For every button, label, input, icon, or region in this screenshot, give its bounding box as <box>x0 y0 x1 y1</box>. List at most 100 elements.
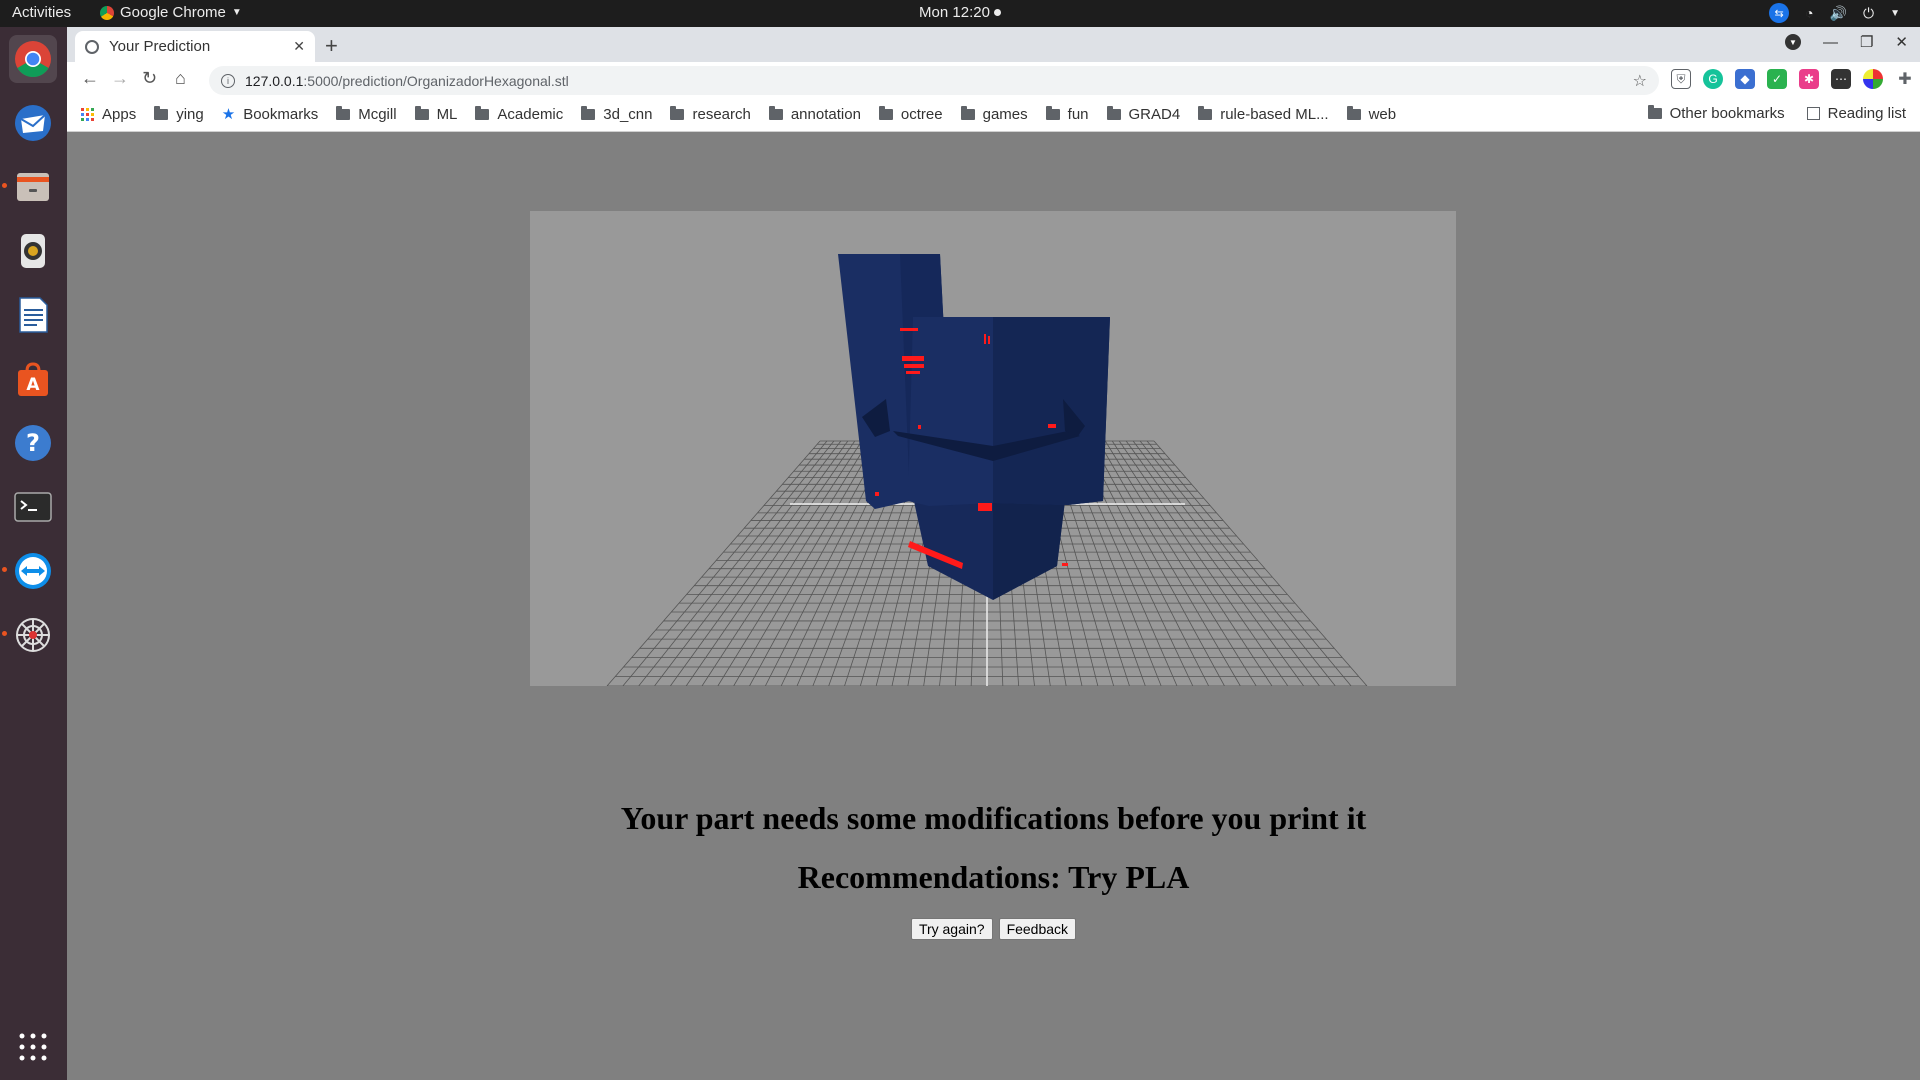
dock-mail[interactable] <box>9 99 57 147</box>
bookmark-label: Academic <box>497 105 564 123</box>
dots-ext-icon[interactable]: ⋯ <box>1831 69 1851 89</box>
bookmark-academic[interactable]: Academic <box>475 105 564 123</box>
bookmark-rule-based-ml[interactable]: rule-based ML... <box>1198 105 1329 123</box>
minimize-icon[interactable]: — <box>1823 34 1838 51</box>
dock-help[interactable]: ? <box>9 419 57 467</box>
terminal-icon <box>14 492 52 522</box>
bookmark-3d-cnn[interactable]: 3d_cnn <box>581 105 652 123</box>
globe-icon <box>85 39 99 54</box>
tab-strip: Your Prediction ✕ + ▼ — ❐ ✕ <box>67 27 1920 62</box>
folder-icon <box>1647 105 1662 119</box>
clock-area[interactable]: Mon 12:20 <box>0 4 1920 21</box>
bookmark-ying[interactable]: ying <box>154 105 204 123</box>
teamviewer-tray-icon[interactable]: ⇆ <box>1769 3 1790 23</box>
bookmark-label: web <box>1368 105 1397 123</box>
back-icon[interactable]: ← <box>81 68 99 89</box>
dock-terminal[interactable] <box>9 483 57 531</box>
help-icon: ? <box>15 425 51 461</box>
bookmark-mcgill[interactable]: Mcgill <box>336 105 397 123</box>
dock-files[interactable] <box>2 163 57 211</box>
speaker-icon <box>21 234 45 268</box>
chevron-down-icon[interactable]: ▼ <box>1890 8 1900 19</box>
home-icon[interactable]: ⌂ <box>175 68 186 89</box>
folder-icon <box>768 105 783 120</box>
star-icon[interactable]: ☆ <box>1633 71 1647 91</box>
dock: A ? <box>0 27 67 1080</box>
bookmark-label: Apps <box>102 105 137 123</box>
bookmark-games[interactable]: games <box>960 105 1028 123</box>
dock-chrome[interactable] <box>9 35 57 83</box>
bookmark-label: annotation <box>790 105 861 123</box>
dock-speaker[interactable] <box>9 227 57 275</box>
svg-text:?: ? <box>26 429 40 457</box>
app-grid-icon <box>19 1033 47 1061</box>
svg-text:A: A <box>26 375 40 395</box>
color-wheel-icon[interactable] <box>1863 69 1883 89</box>
feedback-button[interactable]: Feedback <box>998 918 1077 940</box>
bookmark-label: fun <box>1067 105 1089 123</box>
try-again-button[interactable]: Try again? <box>910 918 993 940</box>
pink-ext-icon[interactable]: ✱ <box>1799 69 1819 89</box>
bookmark-label: ying <box>176 105 204 123</box>
reading-list[interactable]: Reading list <box>1806 105 1906 122</box>
browser-toolbar: ← → ↻ ⌂ i 127.0.0.1:5000/prediction/Orga… <box>67 62 1920 98</box>
writer-icon <box>19 297 48 333</box>
grammarly-icon[interactable]: G <box>1703 69 1723 89</box>
bookmark-label: Other bookmarks <box>1669 105 1785 122</box>
power-icon[interactable]: ⏻ <box>1863 5 1874 22</box>
running-indicator <box>2 631 7 636</box>
top-bar: Activities Google Chrome ▼ Mon 12:20 ⇆ ◔… <box>0 0 1920 27</box>
3d-model-viewer[interactable] <box>530 211 1456 686</box>
dock-web-spider[interactable] <box>2 611 57 659</box>
close-window-icon[interactable]: ✕ <box>1895 33 1908 51</box>
bookmarks-bar: Apps ying ★ Bookmarks Mcgill ML Academic … <box>67 98 1920 132</box>
folder-icon <box>1198 105 1213 120</box>
notification-dot-icon <box>993 9 1001 16</box>
tab-search-icon[interactable]: ▼ <box>1784 34 1801 50</box>
info-icon[interactable]: i <box>221 73 235 88</box>
folder-icon <box>1106 105 1121 120</box>
bookmark-web[interactable]: web <box>1346 105 1397 123</box>
url-path: :5000/prediction/OrganizadorHexagonal.st… <box>303 72 569 89</box>
folder-icon <box>670 105 685 120</box>
bookmark-ml[interactable]: ML <box>414 105 457 123</box>
bookmark-fun[interactable]: fun <box>1045 105 1089 123</box>
other-bookmarks[interactable]: Other bookmarks <box>1647 105 1785 122</box>
close-icon[interactable]: ✕ <box>293 38 305 55</box>
folder-icon <box>960 105 975 120</box>
folder-icon <box>414 105 429 120</box>
bookmark-octree[interactable]: octree <box>878 105 943 123</box>
bookmark-bookmarks[interactable]: ★ Bookmarks <box>221 105 318 124</box>
folder-icon <box>581 105 596 120</box>
tab-your-prediction[interactable]: Your Prediction ✕ <box>75 31 315 62</box>
window-controls: ▼ — ❐ ✕ <box>1784 33 1908 51</box>
dock-writer[interactable] <box>9 291 57 339</box>
dock-app-grid[interactable] <box>9 1023 57 1071</box>
bookmark-annotation[interactable]: annotation <box>768 105 861 123</box>
wifi-icon[interactable]: ◔ <box>1805 5 1813 21</box>
bookmark-research[interactable]: research <box>670 105 751 123</box>
forward-icon[interactable]: → <box>111 68 129 89</box>
bookmark-ext-icon[interactable]: ◆ <box>1735 69 1755 89</box>
web-spider-icon <box>16 618 50 652</box>
reload-icon[interactable]: ↻ <box>142 68 157 89</box>
restore-icon[interactable]: ❐ <box>1860 33 1873 51</box>
bookmark-label: GRAD4 <box>1128 105 1181 123</box>
volume-icon[interactable]: 🔊 <box>1830 5 1847 22</box>
star-filled-icon: ★ <box>221 106 236 123</box>
dock-teamviewer[interactable] <box>2 547 57 595</box>
address-bar[interactable]: i 127.0.0.1:5000/prediction/OrganizadorH… <box>209 66 1659 95</box>
bookmark-label: octree <box>900 105 943 123</box>
dock-software[interactable]: A <box>9 355 57 403</box>
bookmark-grad4[interactable]: GRAD4 <box>1106 105 1181 123</box>
check-shield-icon[interactable]: ✓ <box>1767 69 1787 89</box>
puzzle-icon[interactable]: ✚ <box>1895 69 1915 89</box>
new-tab-button[interactable]: + <box>325 33 338 59</box>
prediction-headline: Your part needs some modifications befor… <box>620 800 1367 836</box>
bookmark-apps[interactable]: Apps <box>81 106 136 123</box>
clock: Mon 12:20 <box>919 4 990 21</box>
system-tray[interactable]: ⇆ ◔ 🔊 ⏻ ▼ <box>1769 3 1900 23</box>
recommendation-text: Recommendations: Try PLA <box>797 859 1190 895</box>
folder-icon <box>336 105 351 120</box>
shield-icon[interactable]: ⛨ <box>1671 69 1691 89</box>
